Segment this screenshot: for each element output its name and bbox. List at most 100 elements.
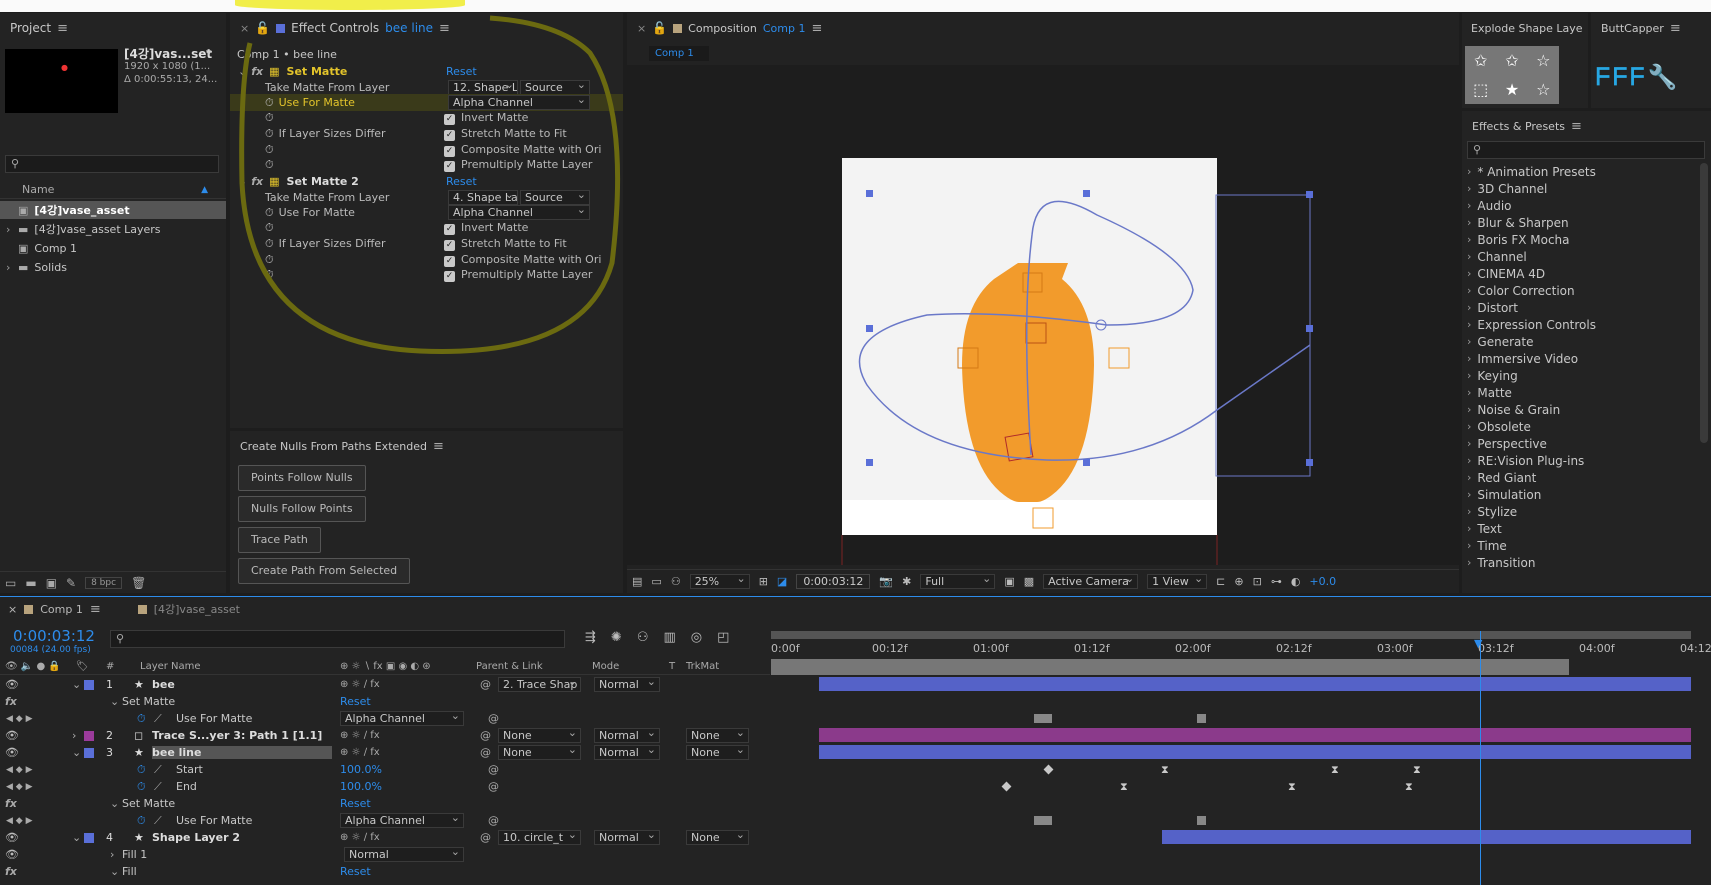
graph-icon[interactable]: ⟋ <box>154 763 162 777</box>
expand-icon[interactable]: › <box>1467 420 1471 433</box>
sort-icon[interactable]: ▲ <box>201 185 208 195</box>
expand-icon[interactable]: › <box>1467 165 1471 178</box>
expand-icon[interactable]: › <box>1467 522 1471 535</box>
expand-icon[interactable]: ⌄ <box>72 678 81 691</box>
blend-mode-dropdown[interactable]: Normal <box>344 847 464 862</box>
nulls-button[interactable]: Create Path From Selected <box>238 558 411 584</box>
preset-category[interactable]: › Perspective <box>1462 435 1711 452</box>
collapse-icon[interactable]: ⌄ <box>110 865 119 878</box>
explode-star-icon[interactable]: ✩ <box>1465 46 1496 75</box>
project-search-input[interactable]: ⚲ <box>5 155 219 173</box>
effect-reset[interactable]: Reset <box>340 797 371 810</box>
property-row[interactable]: fx ⌄ Set Matte Reset <box>0 795 1711 812</box>
camera-icon[interactable]: 📷 <box>879 575 893 588</box>
keyframe[interactable]: ⧗ <box>1120 780 1128 794</box>
mode-dropdown[interactable]: Normal <box>594 728 660 743</box>
motion-blur-icon[interactable]: ◎ <box>691 630 702 645</box>
layer-switches[interactable]: ⊕ ☼ ∕ fx <box>340 747 380 758</box>
preset-category[interactable]: › RE:Vision Plug-ins <box>1462 452 1711 469</box>
view-options-icon[interactable]: ⊏ <box>1216 575 1225 588</box>
flowchart-icon[interactable]: ⊡ <box>1253 575 1262 588</box>
preset-category[interactable]: › Keying <box>1462 367 1711 384</box>
layer-name[interactable]: bee line <box>152 746 332 759</box>
folder-icon[interactable]: ▬ <box>25 576 36 590</box>
stopwatch-icon[interactable]: ⏱ <box>137 780 146 794</box>
expand-icon[interactable]: › <box>1467 318 1471 331</box>
fx-icon[interactable]: fx <box>5 797 17 810</box>
keyframe-nav-icon[interactable]: ◀ ◆ ▶ <box>6 714 33 724</box>
expand-icon[interactable]: › <box>1467 403 1471 416</box>
thumb-dropdown-icon[interactable]: ▾ <box>206 46 212 59</box>
expand-icon[interactable]: › <box>1467 471 1471 484</box>
keyframe[interactable] <box>1001 781 1012 792</box>
expand-icon[interactable]: ⌄ <box>72 831 81 844</box>
graph-icon[interactable]: ⟋ <box>154 814 162 828</box>
preset-category[interactable]: › Channel <box>1462 248 1711 265</box>
close-icon[interactable]: × <box>637 22 646 35</box>
mode-dropdown[interactable]: Normal <box>594 677 660 692</box>
effect-reset[interactable]: Reset <box>340 865 371 878</box>
comp-viewer[interactable] <box>627 65 1459 565</box>
expand-icon[interactable]: › <box>6 223 16 236</box>
layer-switches[interactable]: ⊕ ☼ ∕ fx <box>340 832 380 843</box>
lock-icon[interactable]: 🔓 <box>652 21 667 35</box>
fast-preview-icon[interactable]: ▩ <box>1024 575 1034 588</box>
collapse-icon[interactable]: ⌄ <box>110 797 119 810</box>
preset-category[interactable]: › Stylize <box>1462 503 1711 520</box>
mode-dropdown[interactable]: Normal <box>594 745 660 760</box>
expand-icon[interactable]: › <box>1467 437 1471 450</box>
layer-row[interactable]: 👁 ⌄ 4 ★ Shape Layer 2 ⊕ ☼ ∕ fx @10. circle_t No… <box>0 829 1711 846</box>
mode-dropdown[interactable]: Normal <box>594 830 660 845</box>
pen-icon[interactable]: ✎ <box>66 576 76 590</box>
project-item[interactable]: ▣ [4강]vase_asset <box>0 201 226 219</box>
menu-icon[interactable]: ≡ <box>90 602 101 617</box>
keyframe[interactable] <box>1197 714 1206 723</box>
layer-label-color[interactable] <box>84 730 94 741</box>
trkmat-dropdown[interactable]: None <box>686 745 749 760</box>
layer-row[interactable]: 👁 ⌄ 3 ★ bee line ⊕ ☼ ∕ fx @ None Normal None <box>0 744 1711 761</box>
property-row[interactable]: ◀ ◆ ▶ ⏱ ⟋ End 100.0% @ ⧗ ⧗ ⧗ <box>0 778 1711 795</box>
property-dropdown[interactable]: Alpha Channel <box>340 813 464 828</box>
snapshot-icon[interactable]: ▤ <box>632 575 642 588</box>
pickwhip-icon[interactable]: @ <box>488 712 499 725</box>
views-dropdown[interactable]: 1 View <box>1147 574 1208 589</box>
explode-frame-icon[interactable]: ⬚ <box>1465 75 1496 104</box>
keyframe[interactable] <box>1197 816 1206 825</box>
timeline-search-input[interactable]: ⚲ <box>110 630 565 648</box>
preset-category[interactable]: › Distort <box>1462 299 1711 316</box>
preset-category[interactable]: › Transition <box>1462 554 1711 571</box>
layer-duration-bar[interactable] <box>819 745 1691 759</box>
expand-icon[interactable]: › <box>1467 386 1471 399</box>
property-row[interactable]: ◀ ◆ ▶ ⏱ ⟋ Use For Matte Alpha Channel @ <box>0 812 1711 829</box>
expand-icon[interactable]: › <box>1467 216 1471 229</box>
pickwhip-icon[interactable]: @ <box>480 729 491 742</box>
project-item[interactable]: › ▬ Solids <box>0 258 226 276</box>
pickwhip-icon[interactable]: @ <box>480 678 491 691</box>
graph-icon[interactable]: ⟋ <box>154 780 162 794</box>
preset-category[interactable]: › Simulation <box>1462 486 1711 503</box>
expand-icon[interactable]: › <box>1467 250 1471 263</box>
time-ruler[interactable]: 0:00f 00:12f 01:00f 01:12f 02:00f 02:12f 03:00… <box>771 631 1711 675</box>
pickwhip-icon[interactable]: @ <box>488 763 499 776</box>
fx-icon[interactable]: fx <box>5 865 17 878</box>
explode-star-icon-2[interactable]: ✩ <box>1496 46 1527 75</box>
project-item[interactable]: › ▬ [4강]vase_asset Layers <box>0 220 226 238</box>
interpret-icon[interactable]: ▭ <box>5 576 16 590</box>
property-dropdown[interactable]: Alpha Channel <box>340 711 464 726</box>
playhead[interactable] <box>1480 631 1481 885</box>
preset-category[interactable]: › Red Giant <box>1462 469 1711 486</box>
expand-icon[interactable]: › <box>110 848 114 861</box>
zoom-dropdown[interactable]: 25% <box>689 574 750 589</box>
expand-icon[interactable]: › <box>6 261 16 274</box>
layer-duration-bar[interactable] <box>1162 830 1691 844</box>
region-icon[interactable]: ◪ <box>777 575 787 588</box>
preset-category[interactable]: › Matte <box>1462 384 1711 401</box>
expand-icon[interactable]: › <box>1467 454 1471 467</box>
expand-icon[interactable]: › <box>1467 301 1471 314</box>
nulls-button[interactable]: Nulls Follow Points <box>238 496 366 522</box>
preset-category[interactable]: › Boris FX Mocha <box>1462 231 1711 248</box>
expand-icon[interactable]: › <box>72 729 76 742</box>
layer-label-color[interactable] <box>84 832 94 843</box>
timeline-tab-asset[interactable]: [4강]vase_asset <box>154 601 240 617</box>
expand-icon[interactable]: › <box>1467 199 1471 212</box>
